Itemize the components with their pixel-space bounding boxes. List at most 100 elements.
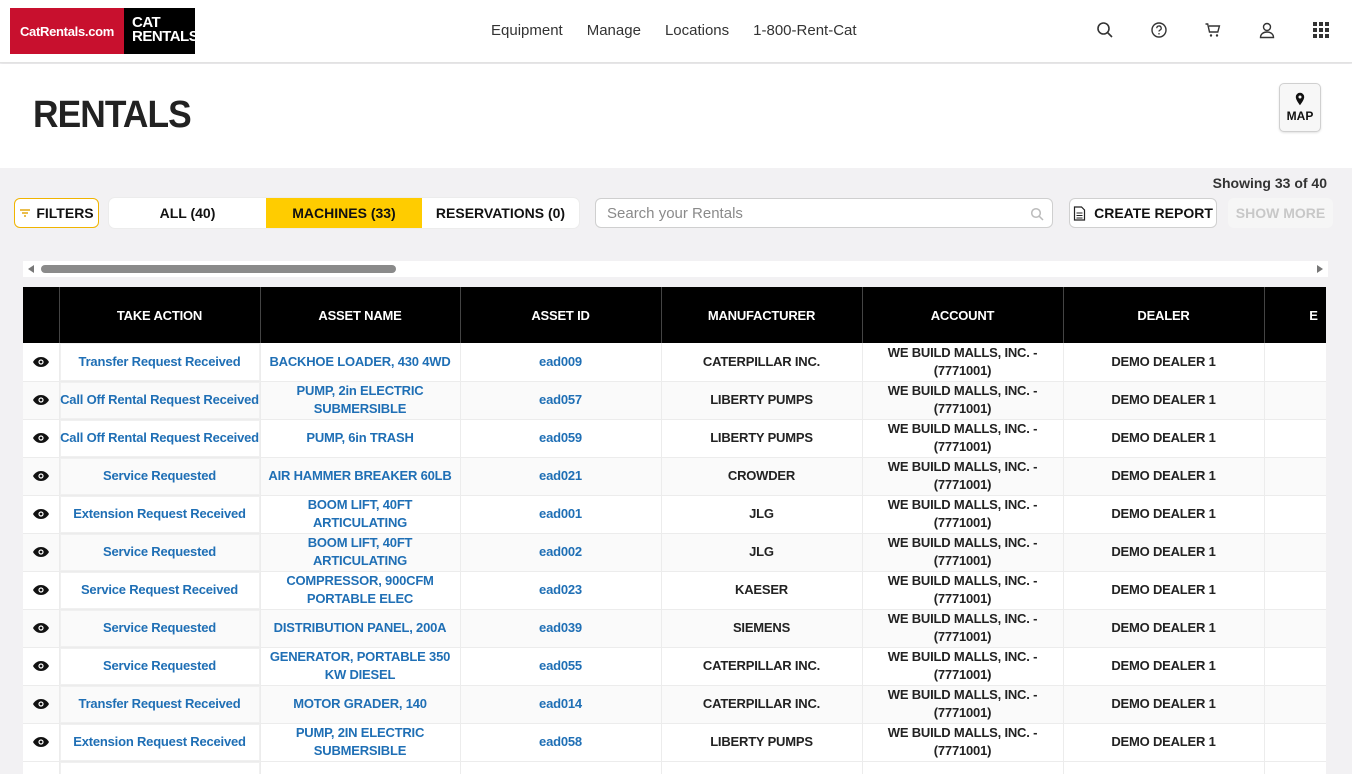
cart-icon[interactable] [1204, 21, 1222, 39]
column-header-take-action[interactable]: TAKE ACTION [59, 287, 261, 343]
view-eye-icon[interactable] [23, 381, 60, 420]
asset-id-link[interactable]: ead055 [460, 647, 662, 686]
table-row[interactable]: Transfer Request Received BACKHOE LOADER,… [23, 343, 1326, 382]
account-cell: WE BUILD MALLS, INC. - (7771001) [862, 419, 1064, 458]
column-header-account[interactable]: ACCOUNT [862, 287, 1064, 343]
view-eye-icon[interactable] [23, 419, 60, 458]
asset-id-link[interactable]: ead002 [460, 533, 662, 572]
account-cell: WE BUILD MALLS, INC. - (7771001) [862, 647, 1064, 686]
tab-reservations[interactable]: RESERVATIONS (0) [422, 198, 579, 228]
table-row[interactable]: Transfer Request Received MOTOR GRADER, 1… [23, 685, 1326, 724]
asset-id-link[interactable]: ead001 [460, 495, 662, 534]
empty-cell [23, 761, 60, 774]
truncated-cell [1264, 571, 1326, 610]
dealer-cell: DEMO DEALER 1 [1063, 685, 1265, 724]
table-row[interactable]: Call Off Rental Request Received PUMP, 2i… [23, 381, 1326, 420]
table-row[interactable]: Service Request Received COMPRESSOR, 900C… [23, 571, 1326, 610]
take-action-link[interactable]: Call Off Rental Request Received [59, 381, 261, 420]
table-row[interactable]: Extension Request Received PUMP, 2IN ELEC… [23, 723, 1326, 762]
asset-id-link[interactable]: ead014 [460, 685, 662, 724]
document-icon [1074, 205, 1086, 221]
asset-name-link[interactable]: BOOM LIFT, 40FT ARTICULATING [260, 495, 461, 534]
view-eye-icon[interactable] [23, 609, 60, 648]
view-eye-icon[interactable] [23, 457, 60, 496]
truncated-cell [1264, 685, 1326, 724]
table-row[interactable]: Call Off Rental Request Received PUMP, 6i… [23, 419, 1326, 458]
column-header-dealer[interactable]: DEALER [1063, 287, 1265, 343]
asset-name-link[interactable]: PUMP, 2in ELECTRIC SUBMERSIBLE [260, 381, 461, 420]
search-input[interactable] [596, 199, 996, 227]
account-cell: WE BUILD MALLS, INC. - (7771001) [862, 571, 1064, 610]
filters-button[interactable]: FILTERS [14, 198, 99, 228]
asset-id-link[interactable]: ead058 [460, 723, 662, 762]
nav-manage[interactable]: Manage [587, 22, 641, 39]
view-eye-icon[interactable] [23, 571, 60, 610]
asset-id-link[interactable]: ead009 [460, 343, 662, 382]
take-action-link[interactable]: Service Request Received [59, 571, 261, 610]
take-action-link[interactable]: Transfer Request Received [59, 685, 261, 724]
asset-id-link[interactable]: ead021 [460, 457, 662, 496]
table-row[interactable]: Service Requested AIR HAMMER BREAKER 60LB… [23, 457, 1326, 496]
column-header-truncated[interactable]: E [1264, 287, 1326, 343]
table-row[interactable]: Extension Request Received BOOM LIFT, 40F… [23, 495, 1326, 534]
take-action-link[interactable]: Service Requested [59, 533, 261, 572]
table-horizontal-scrollbar[interactable] [23, 261, 1328, 277]
take-action-link[interactable]: Call Off Rental Request Received [59, 419, 261, 458]
view-eye-icon[interactable] [23, 495, 60, 534]
dealer-cell: DEMO DEALER 1 [1063, 723, 1265, 762]
scroll-left-arrow-icon[interactable] [28, 265, 34, 273]
take-action-link[interactable]: Transfer Request Received [59, 343, 261, 382]
asset-name-link[interactable]: MOTOR GRADER, 140 [260, 685, 461, 724]
asset-name-link[interactable]: DISTRIBUTION PANEL, 200A [260, 609, 461, 648]
create-report-button[interactable]: CREATE REPORT [1069, 198, 1217, 228]
asset-name-link[interactable]: BOOM LIFT, 40FT ARTICULATING [260, 533, 461, 572]
table-row[interactable]: Service Requested GENERATOR, PORTABLE 350… [23, 647, 1326, 686]
column-header-asset-id[interactable]: ASSET ID [460, 287, 662, 343]
map-button[interactable]: MAP [1279, 83, 1321, 132]
take-action-link[interactable]: Service Requested [59, 609, 261, 648]
asset-name-link[interactable]: PUMP, 6in TRASH [260, 419, 461, 458]
column-header-asset-name[interactable]: ASSET NAME [260, 287, 461, 343]
asset-name-link[interactable]: BACKHOE LOADER, 430 4WD [260, 343, 461, 382]
nav-phone[interactable]: 1-800-Rent-Cat [753, 22, 856, 39]
cat-rentals-logo[interactable]: CAT RENTALS [124, 8, 199, 54]
user-icon[interactable] [1258, 21, 1276, 39]
table-row[interactable]: Service Requested BOOM LIFT, 40FT ARTICUL… [23, 533, 1326, 572]
dealer-cell: DEMO DEALER 1 [1063, 457, 1265, 496]
asset-name-link[interactable]: GENERATOR, PORTABLE 350 KW DIESEL [260, 647, 461, 686]
table-row[interactable] [23, 761, 1326, 774]
take-action-link[interactable]: Service Requested [59, 457, 261, 496]
asset-id-link[interactable]: ead057 [460, 381, 662, 420]
help-icon[interactable] [1150, 21, 1168, 39]
asset-name-link[interactable]: PUMP, 2IN ELECTRIC SUBMERSIBLE [260, 723, 461, 762]
nav-equipment[interactable]: Equipment [491, 22, 563, 39]
scrollbar-thumb[interactable] [41, 265, 396, 273]
asset-id-link[interactable]: ead023 [460, 571, 662, 610]
asset-name-link[interactable]: COMPRESSOR, 900CFM PORTABLE ELEC [260, 571, 461, 610]
scroll-right-arrow-icon[interactable] [1317, 265, 1323, 273]
view-eye-icon[interactable] [23, 343, 60, 382]
view-eye-icon[interactable] [23, 533, 60, 572]
take-action-link[interactable]: Service Requested [59, 647, 261, 686]
view-eye-icon[interactable] [23, 685, 60, 724]
asset-id-link[interactable]: ead039 [460, 609, 662, 648]
view-eye-icon[interactable] [23, 723, 60, 762]
nav-locations[interactable]: Locations [665, 22, 729, 39]
tab-machines[interactable]: MACHINES (33) [266, 198, 422, 228]
search-icon[interactable] [1030, 207, 1044, 221]
show-more-button[interactable]: SHOW MORE [1228, 198, 1333, 228]
tab-all[interactable]: ALL (40) [109, 198, 266, 228]
view-eye-icon[interactable] [23, 647, 60, 686]
page-header: RENTALS MAP [0, 64, 1352, 168]
table-row[interactable]: Service Requested DISTRIBUTION PANEL, 200… [23, 609, 1326, 648]
asset-id-link[interactable]: ead059 [460, 419, 662, 458]
search-icon[interactable] [1096, 21, 1114, 39]
asset-name-link[interactable]: AIR HAMMER BREAKER 60LB [260, 457, 461, 496]
column-header-manufacturer[interactable]: MANUFACTURER [661, 287, 863, 343]
manufacturer-cell: SIEMENS [661, 609, 863, 648]
take-action-link[interactable]: Extension Request Received [59, 495, 261, 534]
take-action-link[interactable]: Extension Request Received [59, 723, 261, 762]
create-report-label: CREATE REPORT [1094, 205, 1213, 221]
catrentals-logo[interactable]: CatRentals.com [10, 8, 124, 54]
apps-grid-icon[interactable] [1312, 21, 1330, 39]
